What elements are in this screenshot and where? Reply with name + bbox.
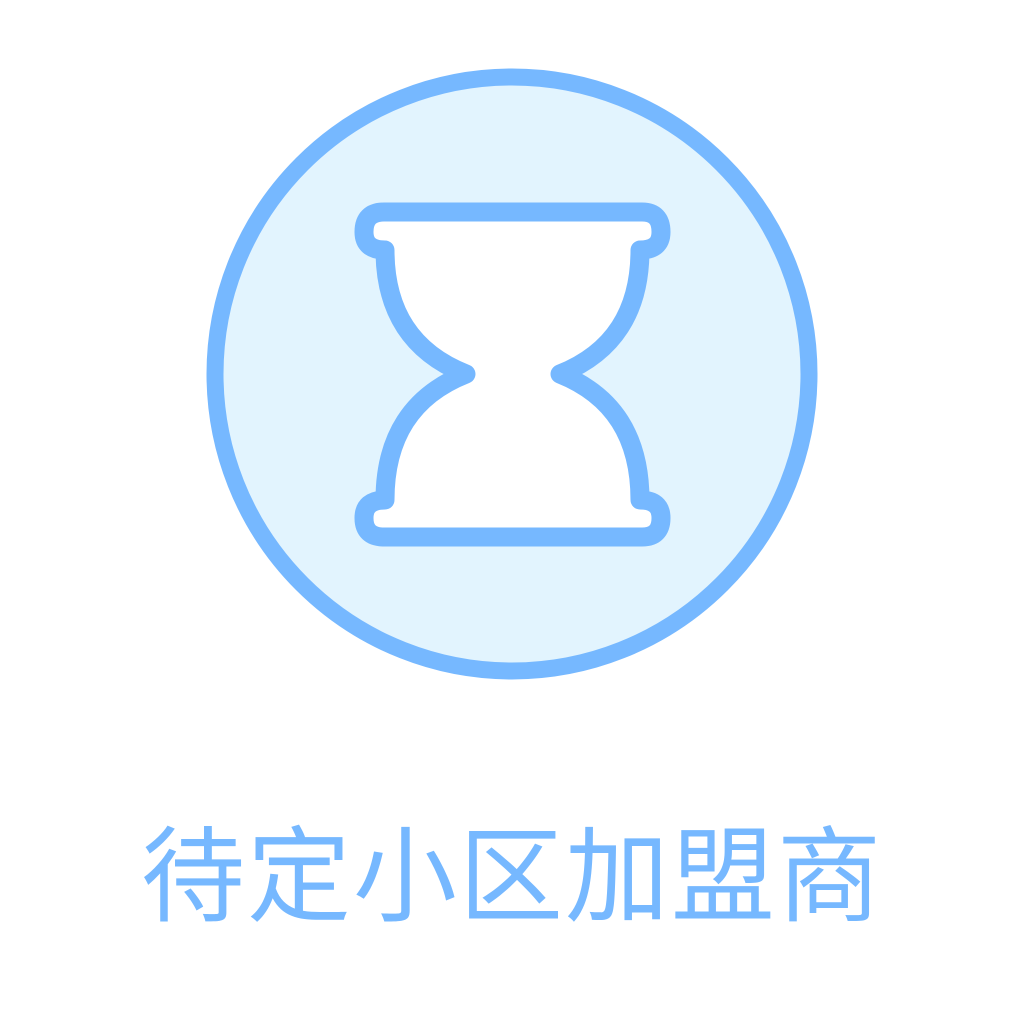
status-icon-badge <box>0 0 1024 760</box>
pending-status-screen: 待定小区加盟商 <box>0 0 1024 1024</box>
status-label: 待定小区加盟商 <box>140 816 883 938</box>
hourglass-icon <box>206 68 818 680</box>
